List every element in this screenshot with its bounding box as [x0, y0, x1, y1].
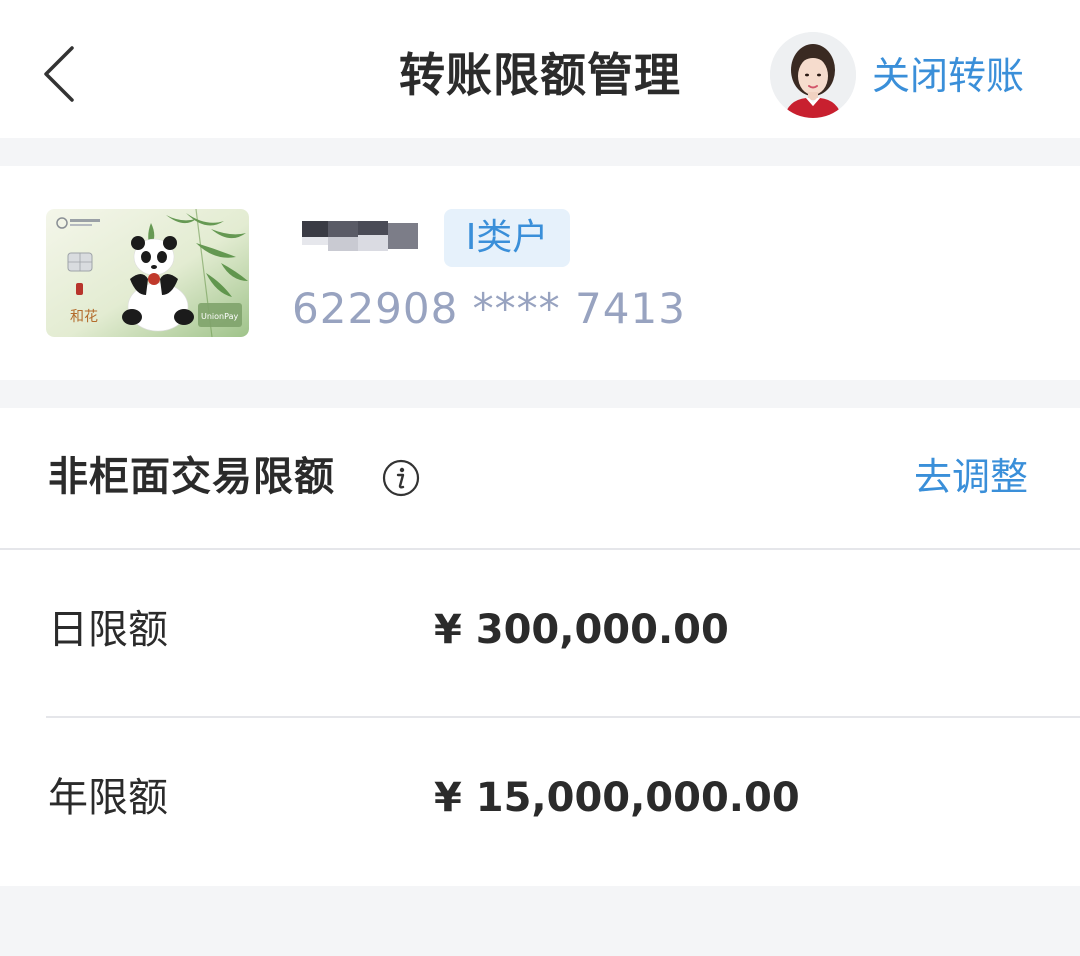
daily-limit-label: 日限额: [48, 607, 168, 653]
bank-card-image: 和花 UnionPay: [46, 209, 249, 337]
card-face-text: UnionPay: [201, 312, 238, 321]
account-type-badge: I类户: [444, 209, 570, 267]
limits-title: 非柜面交易限额: [48, 454, 335, 500]
daily-limit-value: ¥ 300,000.00: [434, 607, 729, 653]
masked-holder-name: [300, 213, 424, 261]
divider: [0, 548, 1080, 550]
limit-row-daily: 日限额 ¥ 300,000.00: [0, 570, 1080, 690]
avatar-illustration: [770, 32, 856, 118]
close-transfer-button[interactable]: 关闭转账: [872, 46, 1024, 106]
yearly-limit-label: 年限额: [48, 775, 168, 821]
transaction-limits-panel: 非柜面交易限额 去调整 日限额 ¥ 300,000.00 年限额 ¥ 15,00…: [0, 408, 1080, 886]
info-icon[interactable]: [381, 458, 421, 498]
chevron-left-icon: [44, 46, 74, 102]
masked-name-blur: [302, 221, 418, 251]
panda-card-art: 和花 UnionPay: [46, 209, 249, 337]
info-icon-glyph: [382, 459, 420, 497]
divider: [46, 716, 1080, 718]
limit-row-yearly: 年限额 ¥ 15,000,000.00: [0, 738, 1080, 858]
card-number: 622908 **** 7413: [292, 284, 686, 333]
card-info-panel: 和花 UnionPay I类户 622908 **** 7413: [0, 166, 1080, 380]
back-button[interactable]: [30, 40, 90, 108]
top-nav-bar: 转账限额管理 关闭转账: [0, 0, 1080, 138]
svg-text:和花: 和花: [70, 309, 98, 325]
customer-service-avatar[interactable]: [770, 32, 856, 118]
yearly-limit-value: ¥ 15,000,000.00: [434, 775, 800, 821]
adjust-limit-link[interactable]: 去调整: [914, 448, 1028, 506]
